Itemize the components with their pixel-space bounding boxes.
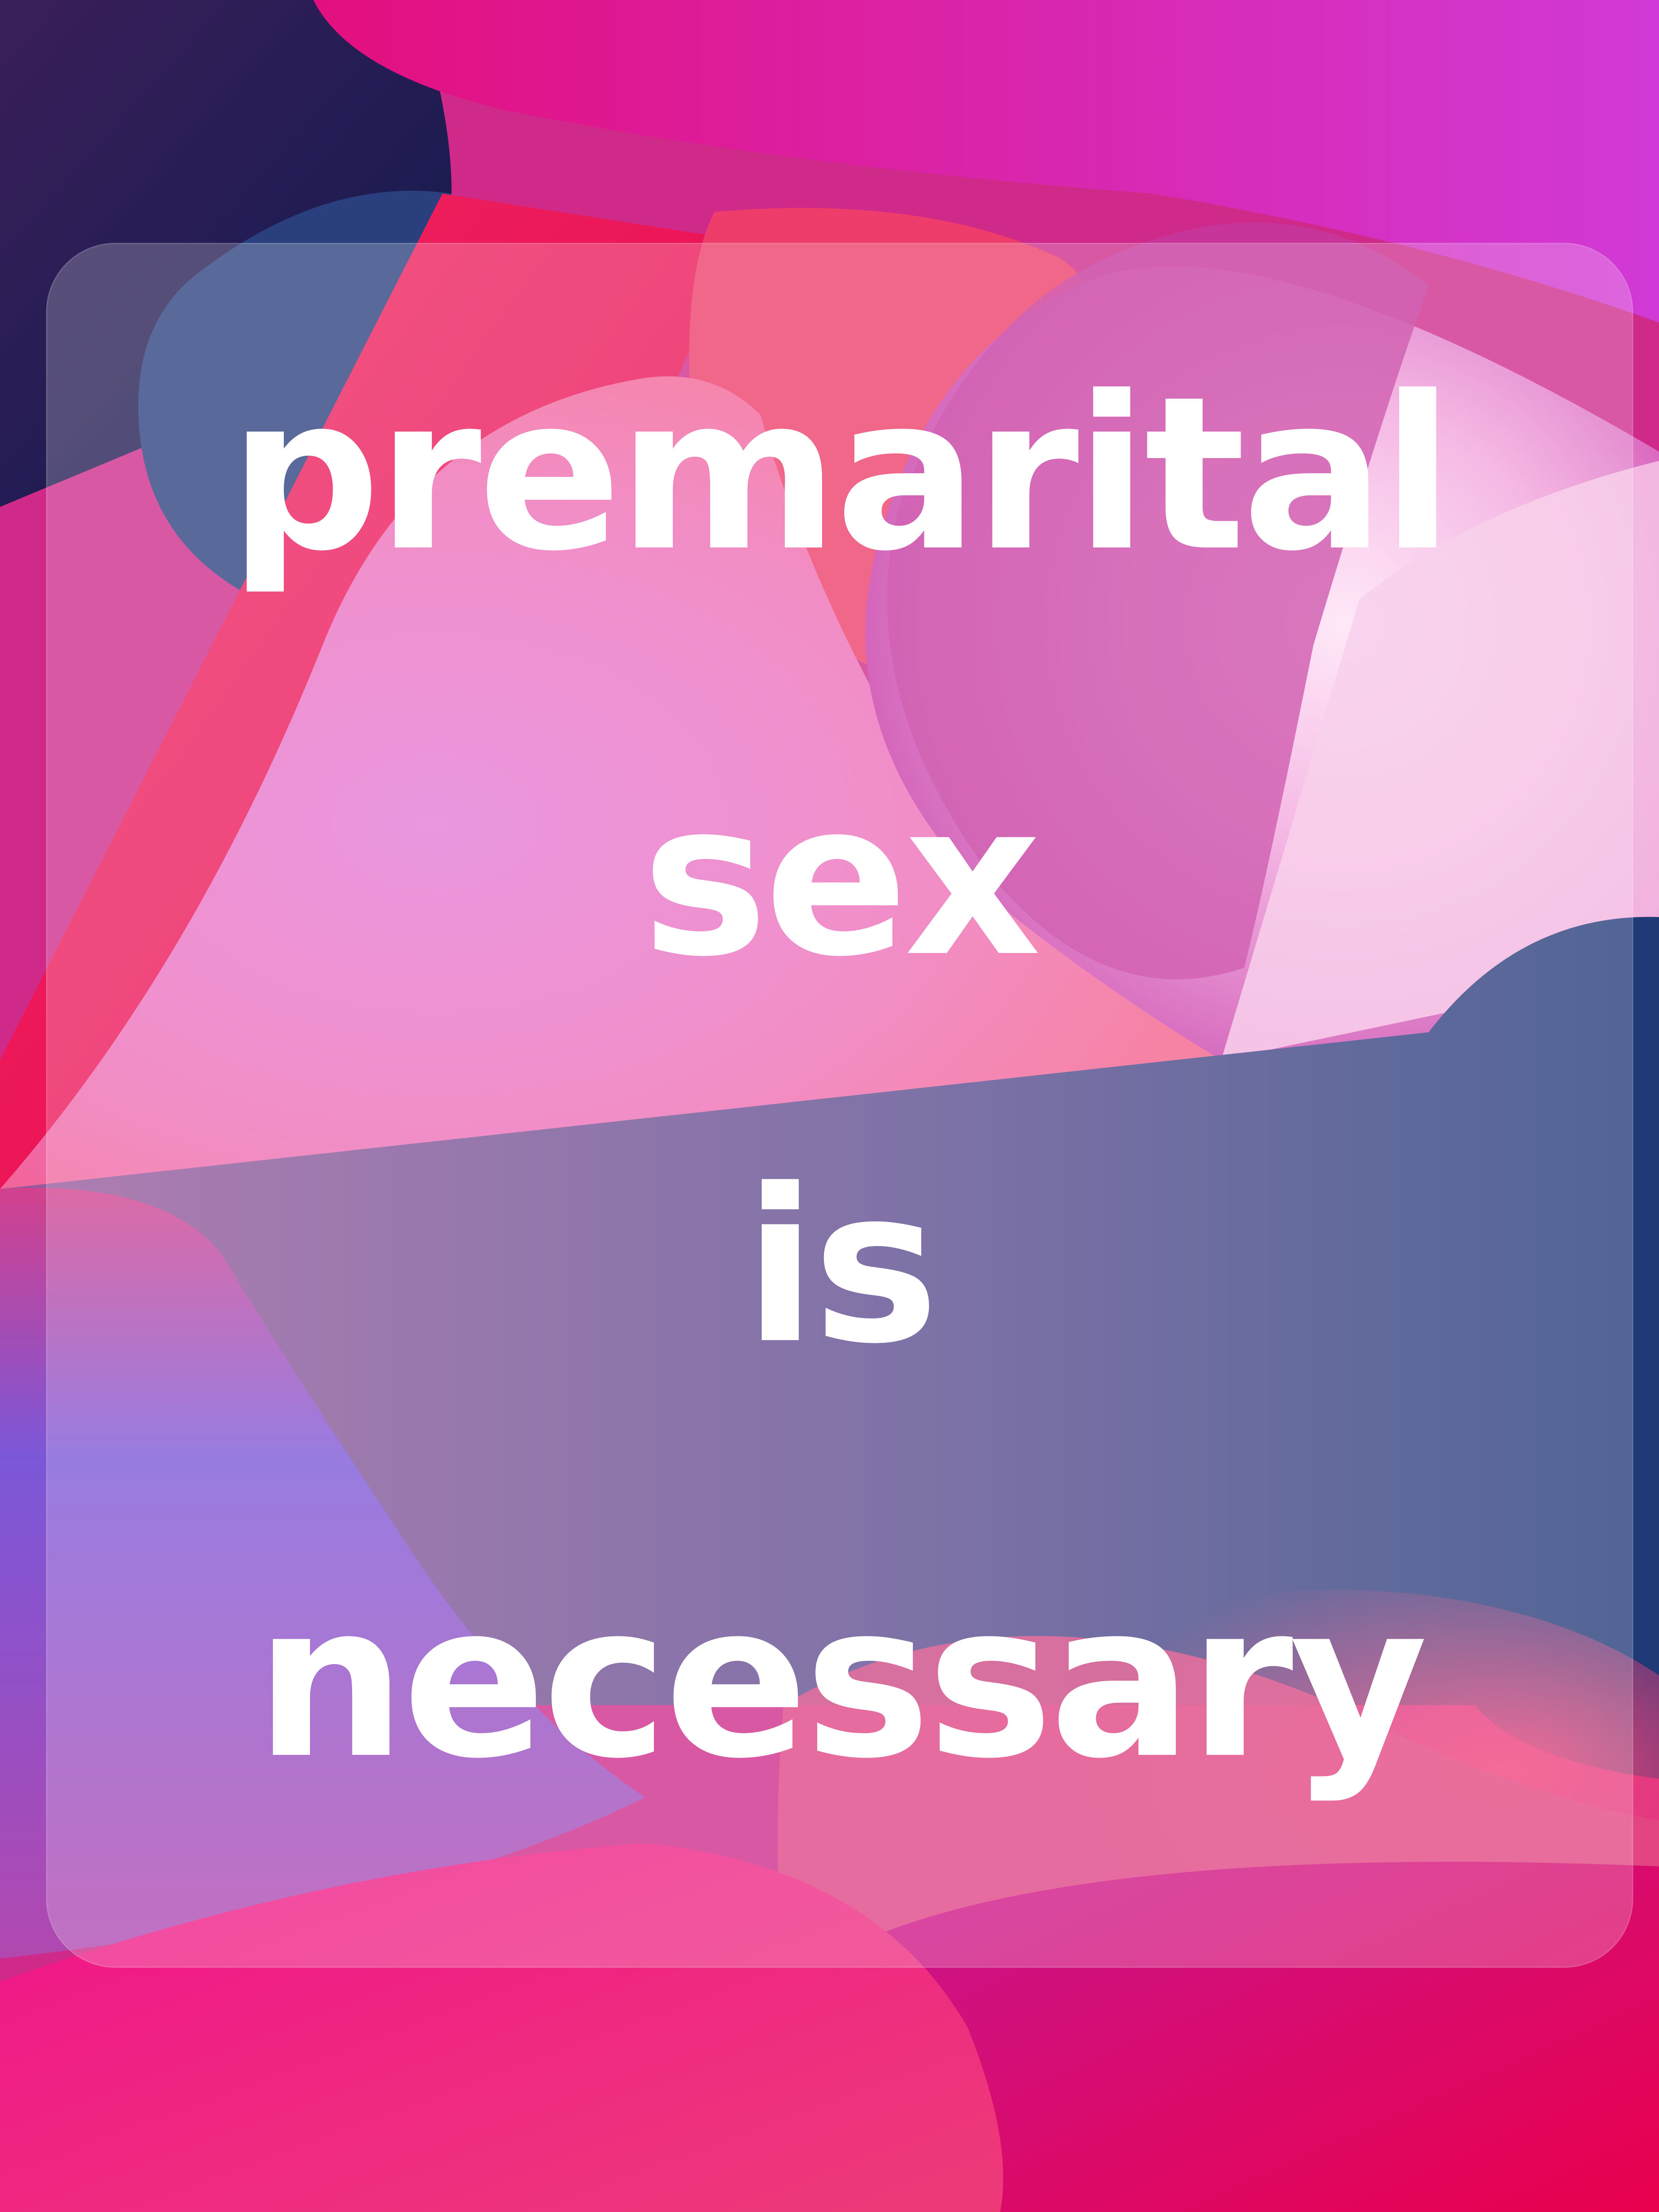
headline-line-4: necessary [255, 1559, 1428, 1805]
headline-line-1: premarital [229, 351, 1454, 598]
headline-line-3: is [744, 1144, 939, 1390]
headline-line-2: sex [641, 757, 1041, 1003]
